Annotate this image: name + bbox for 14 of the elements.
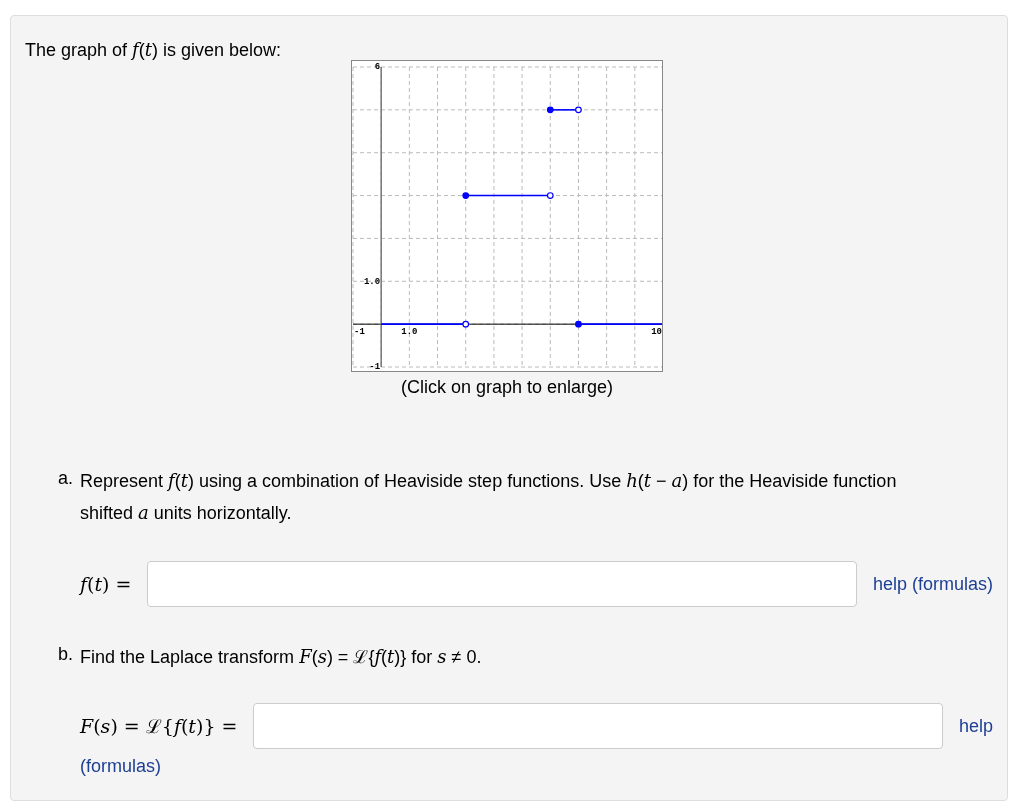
question-text: Find the Laplace transform F(s) = ℒ{f(t)} for s ≠ 0. (80, 645, 482, 669)
intro-text: The graph of f(t) is given below: (25, 38, 282, 62)
tick-label: 6 (374, 62, 381, 73)
tick-label: 10 (651, 326, 662, 337)
tick-label: 1.0 (364, 276, 381, 287)
part-marker: a. (58, 467, 72, 490)
tick-label: -1 (354, 326, 365, 337)
part-marker: b. (58, 643, 72, 666)
answer-label: F(s) = ℒ{f(t)} = (80, 713, 238, 739)
tick-label: 1.0 (401, 326, 418, 337)
answer-label: f(t) = (80, 571, 132, 597)
tick-label: -1 (369, 362, 381, 372)
question-text: Represent f(t) using a combination of Heaviside step functions. Use h(t − a) for the Heaviside function shifted a units horizontally. (80, 469, 898, 525)
graph-caption: (Click on graph to enlarge) (400, 376, 614, 399)
